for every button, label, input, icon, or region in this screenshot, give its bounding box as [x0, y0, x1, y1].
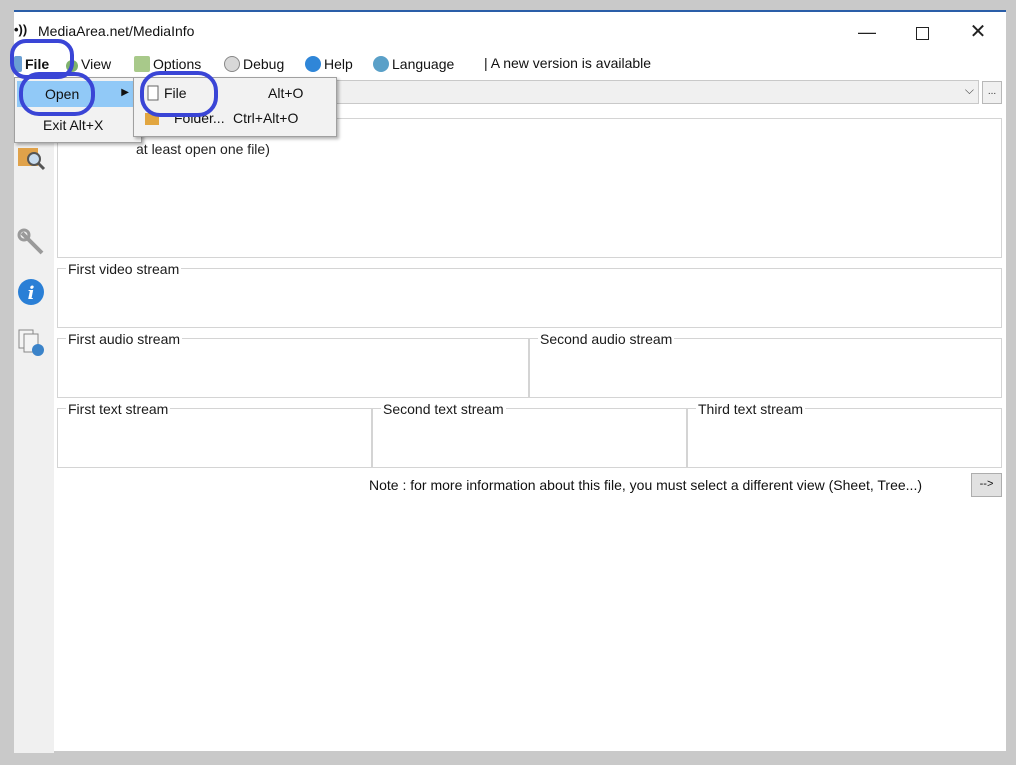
- menu-options[interactable]: Options: [134, 56, 201, 72]
- sidebar: i: [14, 102, 54, 753]
- menu-options-label: Options: [153, 56, 202, 72]
- general-group: [57, 118, 1002, 258]
- menu-language-label: Language: [392, 56, 455, 72]
- info-icon[interactable]: i: [16, 277, 46, 307]
- options-icon: [134, 56, 150, 72]
- video-stream-label: First video stream: [66, 261, 182, 277]
- maximize-button[interactable]: [899, 14, 945, 50]
- annotation-circle-open: [19, 72, 95, 116]
- language-icon: [373, 56, 389, 72]
- close-button[interactable]: ✕: [955, 14, 1001, 50]
- window-title: MediaArea.net/MediaInfo: [38, 23, 195, 39]
- new-version-notice[interactable]: | A new version is available: [484, 55, 651, 71]
- annotation-circle-submenu-file: [140, 71, 218, 117]
- audio-stream-1-label: First audio stream: [66, 331, 183, 347]
- switch-view-button[interactable]: -->: [971, 473, 1002, 497]
- svg-text:i: i: [28, 283, 35, 304]
- audio-stream-1-group: First audio stream: [57, 331, 529, 398]
- menu-debug[interactable]: Debug: [224, 56, 284, 72]
- video-stream-group: First video stream: [57, 261, 1002, 328]
- audio-stream-2-label: Second audio stream: [538, 331, 675, 347]
- menu-help-label: Help: [324, 56, 353, 72]
- menu-exit-item[interactable]: Exit Alt+X: [43, 117, 103, 133]
- text-stream-3-label: Third text stream: [696, 401, 806, 417]
- menu-view-label: View: [81, 56, 112, 72]
- text-stream-1-label: First text stream: [66, 401, 171, 417]
- open-file-icon[interactable]: [16, 142, 46, 172]
- submenu-arrow-icon: ▶: [121, 87, 129, 98]
- app-icon: •)): [14, 22, 28, 37]
- view-note: Note : for more information about this f…: [369, 477, 922, 493]
- maximize-icon: [915, 26, 929, 40]
- menu-debug-label: Debug: [243, 56, 285, 72]
- chevron-down-icon: ⌵: [964, 83, 974, 97]
- text-stream-2-group: Second text stream: [372, 401, 687, 468]
- help-icon: [305, 56, 321, 72]
- menu-help[interactable]: Help: [305, 56, 353, 72]
- submenu-folder-shortcut: Ctrl+Alt+O: [233, 110, 299, 126]
- menu-language[interactable]: Language: [373, 56, 454, 72]
- audio-stream-2-group: Second audio stream: [529, 331, 1002, 398]
- minimize-button[interactable]: —: [844, 14, 890, 50]
- export-icon[interactable]: [16, 327, 46, 357]
- settings-icon[interactable]: [16, 227, 46, 257]
- title-bar: •)) MediaArea.net/MediaInfo — ✕: [14, 12, 1006, 50]
- text-stream-1-group: First text stream: [57, 401, 372, 468]
- text-stream-2-label: Second text stream: [381, 401, 506, 417]
- text-stream-3-group: Third text stream: [687, 401, 1002, 468]
- more-button[interactable]: ...: [982, 81, 1002, 104]
- debug-icon: [224, 56, 240, 72]
- submenu-file-shortcut: Alt+O: [268, 85, 304, 101]
